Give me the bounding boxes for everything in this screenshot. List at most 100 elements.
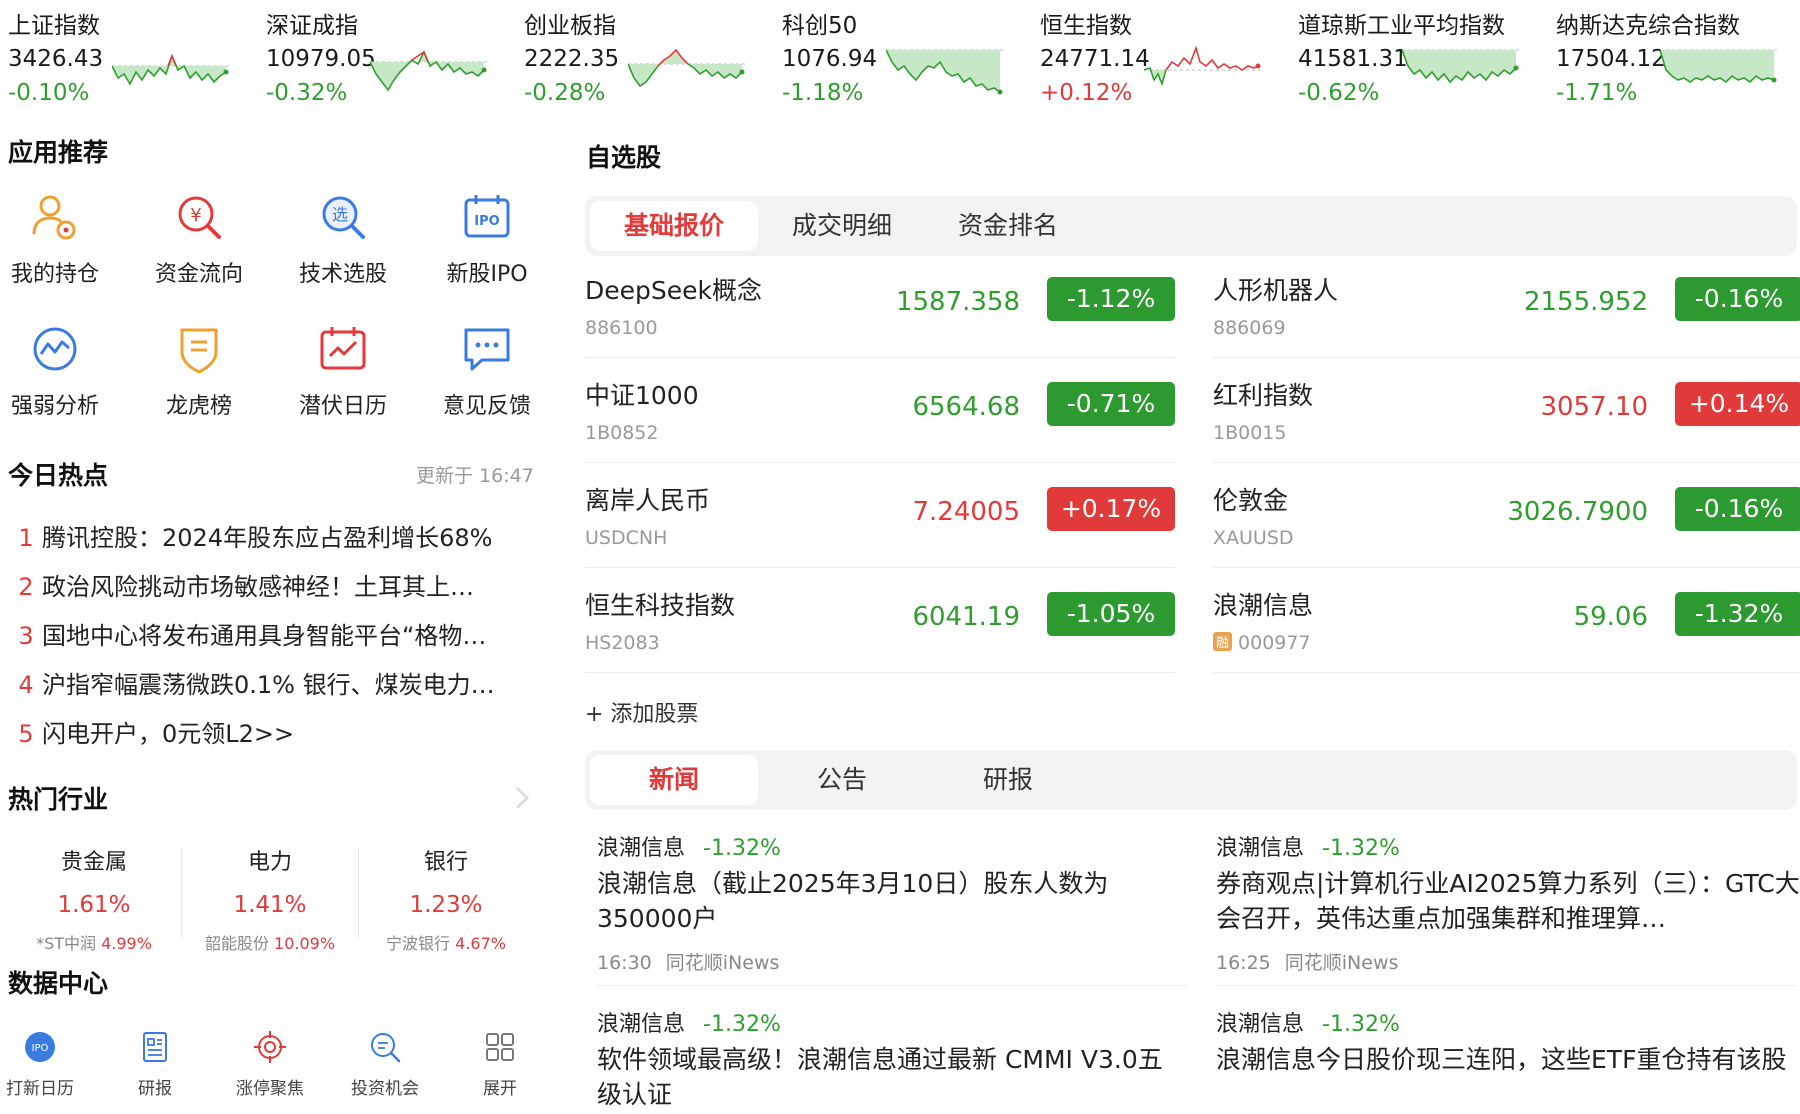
index-ticker-bar: 上证指数 3426.43 -0.10% 深证成指 10979.05 -0.32%… xyxy=(0,0,1800,120)
grid-expand-icon xyxy=(486,1033,514,1061)
industry-leader: 宁波银行 4.67% xyxy=(358,930,534,954)
news-card[interactable]: 浪潮信息 -1.32% 浪潮信息（截止2025年3月10日）股东人数为350000… xyxy=(597,830,1187,1000)
stock-name: 恒生科技指数 xyxy=(585,591,736,620)
app-strength-analysis[interactable]: 强弱分析 xyxy=(0,322,120,432)
ticker-hangseng[interactable]: 恒生指数 24771.14 +0.12% xyxy=(1032,0,1282,120)
add-stock-button[interactable]: + 添加股票 xyxy=(585,696,698,728)
stock-row[interactable]: 红利指数 1B0015 3057.10 +0.14% xyxy=(1213,358,1800,463)
industry-card[interactable]: 银行 1.23% 宁波银行 4.67% xyxy=(358,840,534,953)
ticker-sparkline xyxy=(112,53,230,86)
target-icon xyxy=(254,1031,286,1063)
news-card[interactable]: 浪潮信息 -1.32% 券商观点|计算机行业AI2025算力系列（三）：GTC大会… xyxy=(1216,830,1800,1000)
svg-text:IPO: IPO xyxy=(474,214,499,229)
app-money-flow[interactable]: ¥ 资金流向 xyxy=(134,190,264,300)
tab-fund-ranking[interactable]: 资金排名 xyxy=(924,201,1092,251)
app-label: 意见反馈 xyxy=(442,394,531,419)
stock-row[interactable]: 人形机器人 886069 2155.952 -0.16% xyxy=(1213,253,1800,358)
stock-change-badge: -0.16% xyxy=(1675,277,1800,321)
news-stock-change: -1.32% xyxy=(1322,836,1400,861)
money-flow-icon: ¥ xyxy=(178,196,221,239)
leader-name: 宁波银行 xyxy=(386,934,451,953)
industry-change: 1.61% xyxy=(57,892,131,918)
industry-name: 贵金属 xyxy=(60,850,127,875)
app-new-ipo[interactable]: IPO 新股IPO xyxy=(422,190,552,300)
dc-label: 研报 xyxy=(138,1079,172,1099)
app-label: 技术选股 xyxy=(298,262,387,287)
stock-change-badge: -1.12% xyxy=(1047,277,1175,321)
app-dragon-tiger[interactable]: 龙虎榜 xyxy=(134,322,264,432)
ticker-sparkline xyxy=(886,49,1004,95)
tab-news[interactable]: 新闻 xyxy=(590,755,758,805)
news-card[interactable]: 浪潮信息 -1.32% 浪潮信息今日股价现三连阳，这些ETF重仓持有该股 xyxy=(1216,1006,1800,1114)
dc-investment-opportunity[interactable]: 投资机会 xyxy=(335,1030,435,1099)
ticker-name: 创业板指 xyxy=(524,13,616,39)
stock-row[interactable]: 中证1000 1B0852 6564.68 -0.71% xyxy=(585,358,1175,463)
hot-news-item[interactable]: 5 闪电开户，0元领L2>> xyxy=(10,714,530,749)
news-stock-name: 浪潮信息 xyxy=(597,836,686,861)
hot-news-item[interactable]: 4 沪指窄幅震荡微跌0.1% 银行、煤炭电力… xyxy=(10,665,530,700)
stock-row[interactable]: 离岸人民币 USDCNH 7.24005 +0.17% xyxy=(585,463,1175,568)
divider xyxy=(597,985,1187,986)
ticker-value: 10979.05 xyxy=(266,46,376,72)
hot-news-item[interactable]: 3 国地中心将发布通用具身智能平台“格物… xyxy=(10,616,530,651)
hot-rank: 5 xyxy=(18,720,34,748)
stock-row[interactable]: 恒生科技指数 HS2083 6041.19 -1.05% xyxy=(585,568,1175,673)
ipo-calendar-icon: IPO xyxy=(25,1032,55,1062)
stock-row[interactable]: 伦敦金 XAUUSD 3026.7900 -0.16% xyxy=(1213,463,1800,568)
tab-research[interactable]: 研报 xyxy=(924,755,1092,805)
ticker-shenzhen[interactable]: 深证成指 10979.05 -0.32% xyxy=(258,0,508,120)
ticker-nasdaq[interactable]: 纳斯达克综合指数 17504.12 -1.71% xyxy=(1548,0,1798,120)
stock-price: 6041.19 xyxy=(912,602,1020,632)
stock-row[interactable]: DeepSeek概念 886100 1587.358 -1.12% xyxy=(585,253,1175,358)
chevron-right-icon[interactable] xyxy=(512,784,532,812)
app-label: 新股IPO xyxy=(446,262,528,287)
ticker-sparkline xyxy=(1660,49,1778,84)
app-label: 强弱分析 xyxy=(10,394,99,419)
dc-label: 打新日历 xyxy=(6,1079,74,1099)
news-stock-change: -1.32% xyxy=(703,836,781,861)
industry-card[interactable]: 贵金属 1.61% *ST中润 4.99% xyxy=(6,840,182,953)
hot-updated-time: 更新于 16:47 xyxy=(416,465,534,487)
industry-card[interactable]: 电力 1.41% 韶能股份 10.09% xyxy=(182,840,358,953)
leader-change: 4.67% xyxy=(455,934,506,953)
news-stock-name: 浪潮信息 xyxy=(1216,1012,1305,1037)
ticker-star50[interactable]: 科创50 1076.94 -1.18% xyxy=(774,0,1024,120)
ticker-shanghai[interactable]: 上证指数 3426.43 -0.10% xyxy=(0,0,250,120)
dc-expand[interactable]: 展开 xyxy=(450,1030,550,1099)
ticker-name: 科创50 xyxy=(782,13,858,39)
app-lurk-calendar[interactable]: 潜伏日历 xyxy=(278,322,408,432)
app-label: 潜伏日历 xyxy=(298,394,387,419)
dc-research[interactable]: 研报 xyxy=(105,1030,205,1099)
ticker-change: -0.10% xyxy=(8,80,90,106)
leader-name: *ST中润 xyxy=(36,934,96,953)
app-feedback[interactable]: 意见反馈 xyxy=(422,322,552,432)
news-card[interactable]: 浪潮信息 -1.32% 软件领域最高级！浪潮信息通过最新 CMMI V3.0五级认… xyxy=(597,1006,1187,1114)
tab-trade-details[interactable]: 成交明细 xyxy=(758,201,926,251)
dc-ipo-calendar[interactable]: IPO 打新日历 xyxy=(0,1030,90,1099)
ticker-value: 2222.35 xyxy=(524,46,620,72)
news-stock-change: -1.32% xyxy=(703,1012,781,1037)
tab-announcements[interactable]: 公告 xyxy=(758,755,926,805)
holdings-icon xyxy=(32,195,76,240)
app-stock-picker[interactable]: 选 技术选股 xyxy=(278,190,408,300)
dc-limit-up-focus[interactable]: 涨停聚焦 xyxy=(220,1030,320,1099)
industries-section-title: 热门行业 xyxy=(8,785,109,814)
hot-news-item[interactable]: 1 腾讯控股：2024年股东应占盈利增长68% xyxy=(10,518,530,553)
search-opportunity-icon xyxy=(371,1033,401,1063)
tab-basic-quote[interactable]: 基础报价 xyxy=(590,201,758,251)
research-report-icon xyxy=(143,1032,167,1062)
hot-text: 闪电开户，0元领L2>> xyxy=(42,720,295,748)
ticker-change: -0.62% xyxy=(1298,80,1380,106)
stock-name: 离岸人民币 xyxy=(585,486,711,515)
ticker-dowjones[interactable]: 道琼斯工业平均指数 41581.31 -0.62% xyxy=(1290,0,1540,120)
hot-news-item[interactable]: 2 政治风险挑动市场敏感神经！土耳其上… xyxy=(10,567,530,602)
stock-row[interactable]: 浪潮信息 融 000977 59.06 -1.32% xyxy=(1213,568,1800,673)
hot-rank: 4 xyxy=(18,671,34,699)
stock-price: 1587.358 xyxy=(895,287,1020,317)
news-meta: 16:25 同花顺iNews xyxy=(1216,948,1800,975)
industry-name: 电力 xyxy=(247,850,292,875)
watchlist-tabbar: 基础报价 成交明细 资金排名 xyxy=(585,196,1797,256)
ticker-chinext[interactable]: 创业板指 2222.35 -0.28% xyxy=(516,0,766,120)
app-my-holdings[interactable]: 我的持仓 xyxy=(0,190,120,300)
ticker-value: 41581.31 xyxy=(1298,46,1408,72)
